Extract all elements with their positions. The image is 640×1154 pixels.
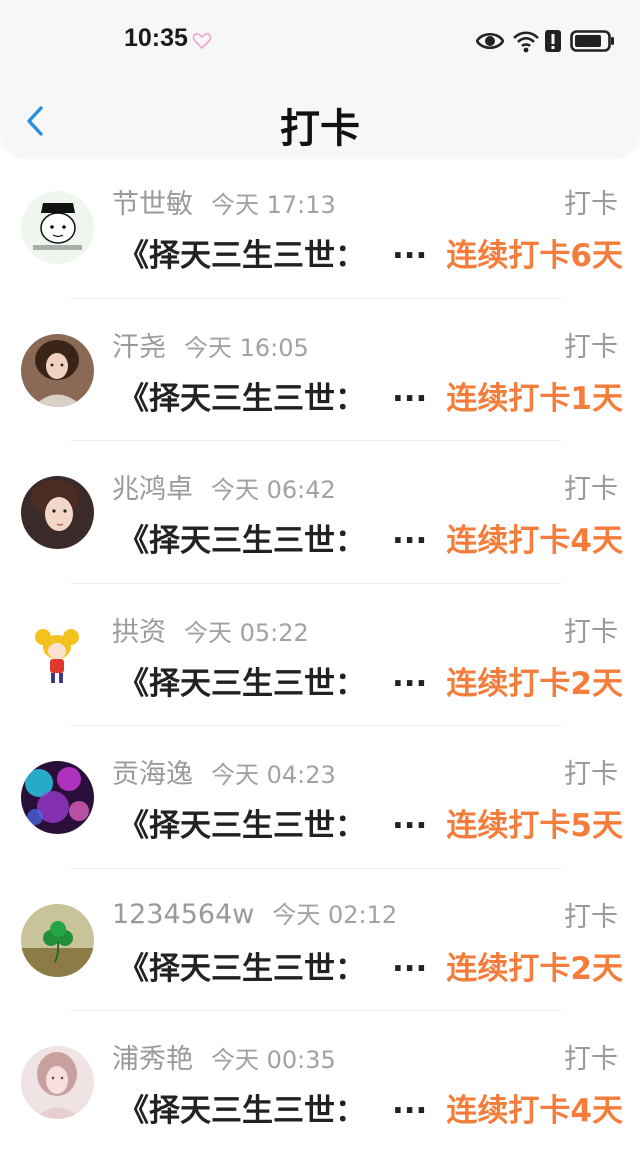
book-title: 《择天三生三世：	[118, 950, 366, 987]
checkin-time: 今天 02:12	[272, 900, 398, 929]
bokeh-lights-avatar	[21, 761, 94, 834]
avatar[interactable]	[21, 191, 94, 264]
wifi-icon	[513, 31, 539, 53]
item-summary: 《择天三生三世： ... 连续打卡5天	[118, 800, 623, 844]
streak-text: 连续打卡2天	[446, 665, 623, 702]
ellipsis: ...	[392, 657, 428, 694]
user-name[interactable]: 拱资	[112, 617, 166, 648]
streak-text: 连续打卡2天	[446, 950, 623, 987]
streak-text: 连续打卡4天	[446, 1093, 623, 1129]
item-type: 打卡	[564, 759, 618, 790]
book-title: 《择天三生三世：	[118, 238, 366, 274]
item-summary: 《择天三生三世： ... 连续打卡6天	[118, 230, 623, 274]
status-time: 10:35	[124, 24, 188, 52]
ellipsis: ...	[392, 372, 428, 409]
list-item[interactable]: 拱资 今天 05:22 打卡 《择天三生三世： ... 连续打卡2天	[0, 584, 640, 726]
checkin-time: 今天 04:23	[211, 761, 336, 789]
item-meta: 兆鸿卓 今天 06:42	[112, 467, 336, 506]
user-name[interactable]: 兆鸿卓	[112, 474, 193, 505]
user-name[interactable]: 节世敏	[112, 189, 193, 220]
user-name[interactable]: 贡海逸	[112, 759, 193, 790]
list-item[interactable]: 兆鸿卓 今天 06:42 打卡 《择天三生三世： ... 连续打卡4天	[0, 441, 640, 584]
user-name[interactable]: 汗尧	[112, 332, 166, 363]
book-title: 《择天三生三世：	[118, 380, 366, 417]
book-title: 《择天三生三世：	[118, 808, 366, 844]
header-bar: 10:35 打卡	[0, 0, 640, 156]
item-meta: 节世敏 今天 17:13	[112, 182, 336, 221]
streak-text: 连续打卡5天	[446, 808, 623, 844]
item-type: 打卡	[564, 616, 618, 648]
checkin-list: 节世敏 今天 17:13 打卡 《择天三生三世： ... 连续打卡6天 汗尧 今天 …	[0, 156, 640, 1154]
item-summary: 《择天三生三世： ... 连续打卡2天	[118, 943, 623, 987]
checkin-time: 今天 05:22	[184, 618, 309, 647]
list-item[interactable]: 浦秀艳 今天 00:35 打卡 《择天三生三世： ... 连续打卡4天	[0, 1011, 640, 1154]
user-name[interactable]: 浦秀艳	[112, 1044, 193, 1075]
list-item[interactable]: 贡海逸 今天 04:23 打卡 《择天三生三世： ... 连续打卡5天	[0, 726, 640, 869]
item-summary: 《择天三生三世： ... 连续打卡4天	[118, 1085, 623, 1129]
ellipsis: ...	[392, 942, 428, 979]
item-summary: 《择天三生三世： ... 连续打卡1天	[118, 373, 623, 417]
item-meta: 贡海逸 今天 04:23	[112, 752, 336, 791]
item-type: 打卡	[564, 189, 618, 220]
user-name[interactable]: 1234564w	[112, 899, 254, 930]
avatar[interactable]	[21, 618, 94, 692]
clover-avatar	[21, 903, 94, 977]
avatar[interactable]	[21, 761, 94, 834]
item-meta: 汗尧 今天 16:05	[112, 325, 309, 364]
checkin-time: 今天 00:35	[211, 1046, 336, 1074]
girl-portrait-avatar	[21, 333, 94, 407]
anime-character-avatar	[21, 618, 94, 692]
eye-icon	[476, 32, 504, 50]
ellipsis: ...	[392, 1085, 428, 1121]
avatar[interactable]	[21, 333, 94, 407]
avatar[interactable]	[21, 1046, 94, 1119]
item-type: 打卡	[564, 1044, 618, 1075]
avatar[interactable]	[21, 476, 94, 549]
page-title: 打卡	[280, 106, 360, 152]
sim-alert-icon	[545, 30, 561, 52]
book-title: 《择天三生三世：	[118, 1093, 366, 1129]
item-summary: 《择天三生三世： ... 连续打卡4天	[118, 515, 623, 559]
list-item[interactable]: 汗尧 今天 16:05 打卡 《择天三生三世： ... 连续打卡1天	[0, 299, 640, 441]
item-type: 打卡	[564, 474, 618, 505]
item-meta: 1234564w 今天 02:12	[112, 895, 397, 930]
book-title: 《择天三生三世：	[118, 523, 366, 559]
item-meta: 拱资 今天 05:22	[112, 610, 309, 649]
streak-text: 连续打卡4天	[446, 523, 623, 559]
item-type: 打卡	[564, 901, 618, 933]
list-item[interactable]: 节世敏 今天 17:13 打卡 《择天三生三世： ... 连续打卡6天	[0, 156, 640, 299]
streak-text: 连续打卡6天	[446, 238, 623, 274]
item-summary: 《择天三生三世： ... 连续打卡2天	[118, 658, 623, 702]
checkin-time: 今天 17:13	[211, 191, 336, 219]
battery-icon	[570, 30, 614, 52]
streak-text: 连续打卡1天	[446, 380, 623, 417]
checkin-time: 今天 16:05	[184, 333, 309, 362]
boy-portrait-avatar	[21, 476, 94, 549]
heart-icon	[192, 33, 212, 50]
item-type: 打卡	[564, 331, 618, 363]
avatar[interactable]	[21, 903, 94, 977]
cartoon-face-avatar	[21, 191, 94, 264]
ellipsis: ...	[392, 800, 428, 836]
book-title: 《择天三生三世：	[118, 665, 366, 702]
ellipsis: ...	[392, 230, 428, 266]
ellipsis: ...	[392, 515, 428, 551]
item-meta: 浦秀艳 今天 00:35	[112, 1037, 336, 1076]
woman-portrait-avatar	[21, 1046, 94, 1119]
list-item[interactable]: 1234564w 今天 02:12 打卡 《择天三生三世： ... 连续打卡2天	[0, 869, 640, 1011]
checkin-time: 今天 06:42	[211, 476, 336, 504]
